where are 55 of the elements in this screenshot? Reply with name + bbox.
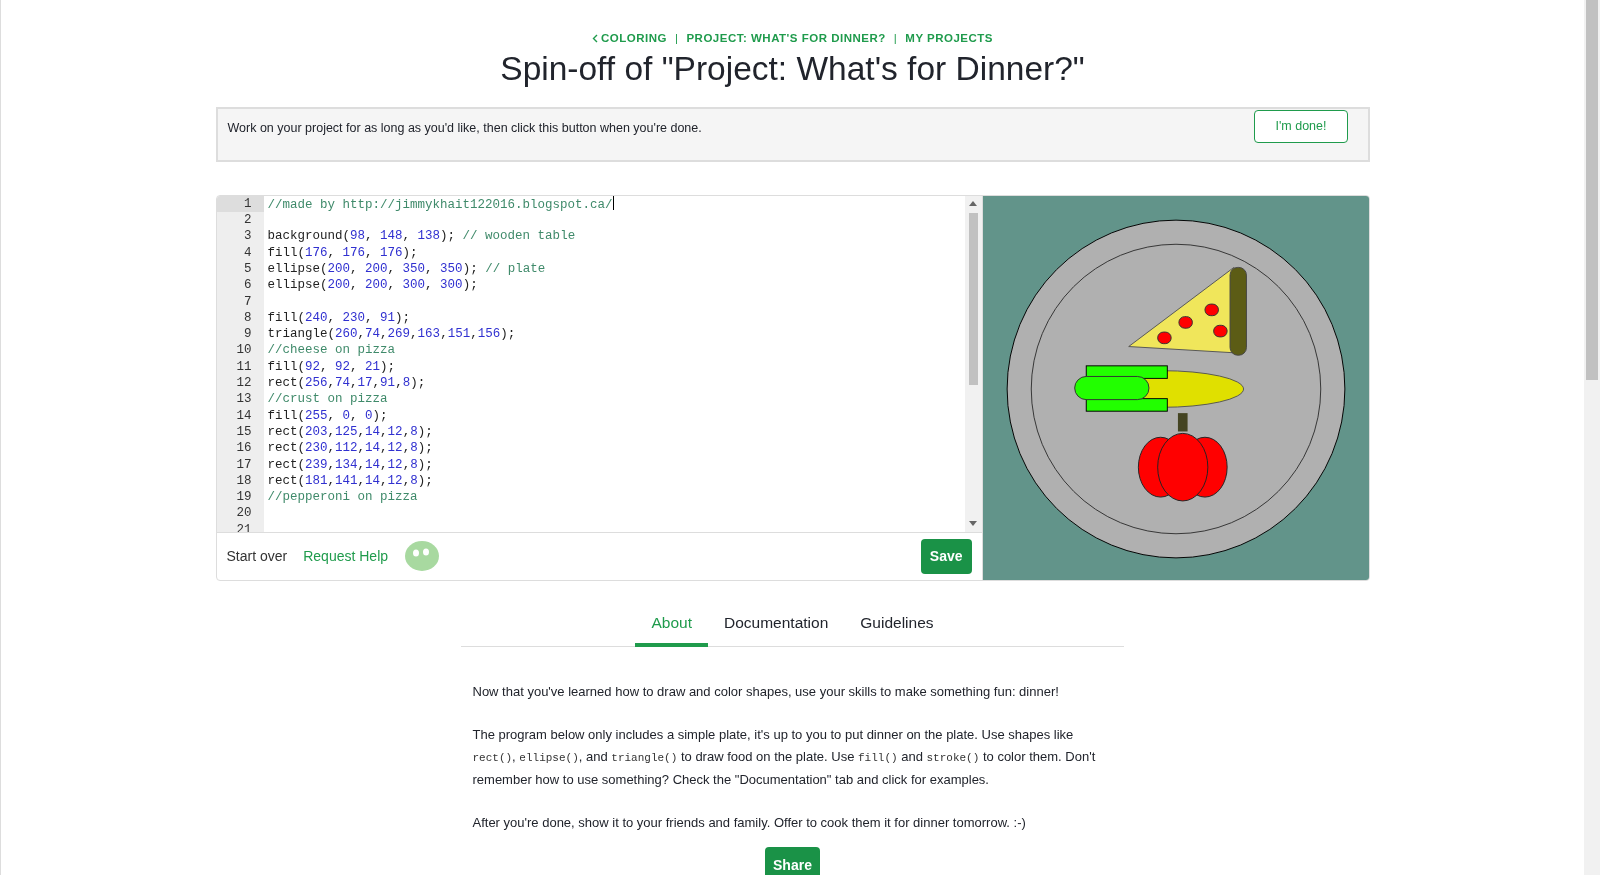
code-line: ellipse(200, 200, 350, 350); // plate — [267, 262, 546, 276]
line-number: 12 — [216, 375, 264, 392]
code-line: //cheese on pizza — [267, 343, 396, 358]
request-help-link[interactable]: Request Help — [303, 545, 389, 567]
tab[interactable]: About — [635, 602, 708, 648]
save-button[interactable]: Save — [920, 538, 972, 574]
line-number: 6 — [216, 277, 264, 294]
page-title: Spin-off of "Project: What's for Dinner?" — [499, 49, 1086, 90]
breadcrumb-link[interactable]: MY PROJECTS — [905, 32, 994, 44]
tab[interactable]: Documentation — [708, 602, 845, 648]
code-line: fill(255, 0, 0); — [267, 408, 388, 423]
code-line: rect(230,112,14,12,8); — [267, 441, 433, 456]
code-line: rect(203,125,14,12,8); — [267, 424, 433, 439]
code-line: triangle(260,74,269,163,151,156); — [267, 327, 516, 342]
code-line: background(98, 148, 138); // wooden table — [267, 229, 576, 244]
share-button[interactable]: Share — [765, 847, 820, 875]
breadcrumb-link[interactable]: PROJECT: WHAT'S FOR DINNER? — [686, 32, 886, 44]
help-avatar-icon — [404, 540, 441, 573]
line-number: 2 — [216, 212, 264, 229]
code-line: //crust on pizza — [267, 392, 388, 407]
code-line: fill(240, 230, 91); — [267, 310, 411, 325]
done-button[interactable]: I'm done! — [1254, 109, 1348, 143]
breadcrumb-separator: | — [674, 32, 679, 44]
scroll-up-icon[interactable] — [969, 201, 977, 207]
code-line: //pepperoni on pizza — [267, 490, 418, 505]
code-editor[interactable] — [216, 195, 983, 580]
instruction-text: Work on your project for as long as you'd like, then click this button when you're done. — [227, 119, 702, 137]
code-line: rect(239,134,14,12,8); — [267, 457, 433, 472]
scroll-down-icon[interactable] — [969, 521, 977, 527]
start-over-link[interactable]: Start over — [226, 545, 288, 567]
back-link[interactable]: COLORING — [591, 32, 667, 44]
tab[interactable]: Guidelines — [844, 602, 950, 648]
page-scrollbar[interactable] — [1584, 0, 1600, 875]
code-line: ellipse(200, 200, 300, 300); — [267, 278, 478, 293]
code-line: //made by http://jimmykhait122016.blogspot.ca/ — [267, 197, 613, 212]
code-line: rect(256,74,17,91,8); — [267, 376, 426, 391]
description-paragraph: The program below only includes a simple plate, it's up to you to put dinner on the plate. Use shapes like rect(), ellipse(), and triangle() to draw food on the plate. Use fill() and stroke() to color them. Don't remember how to use something? Check the "Documentation" tab and click for examples. — [472, 726, 1097, 790]
line-number: 3 — [216, 228, 264, 245]
line-number: 19 — [216, 489, 264, 506]
line-number: 10 — [216, 342, 264, 359]
description-paragraph: After you're done, show it to your friends and family. Offer to cook them it for dinner tomorrow. :-) — [472, 814, 1027, 833]
description-paragraph: Now that you've learned how to draw and color shapes, use your skills to make something fun: dinner! — [472, 683, 1060, 702]
line-number: 1 — [216, 195, 264, 213]
line-number: 9 — [216, 326, 264, 343]
line-number: 21 — [216, 521, 264, 533]
code-line: rect(181,141,14,12,8); — [267, 473, 433, 488]
editor-scrollbar[interactable] — [964, 195, 982, 533]
line-number: 20 — [216, 505, 264, 522]
code-line: fill(92, 92, 21); — [267, 359, 396, 374]
text-cursor — [612, 195, 615, 210]
code-line: fill(176, 176, 176); — [267, 245, 418, 260]
breadcrumb-separator: | — [893, 32, 898, 44]
line-number: 13 — [216, 391, 264, 408]
line-number: 16 — [216, 440, 264, 457]
chevron-left-icon — [591, 34, 598, 44]
